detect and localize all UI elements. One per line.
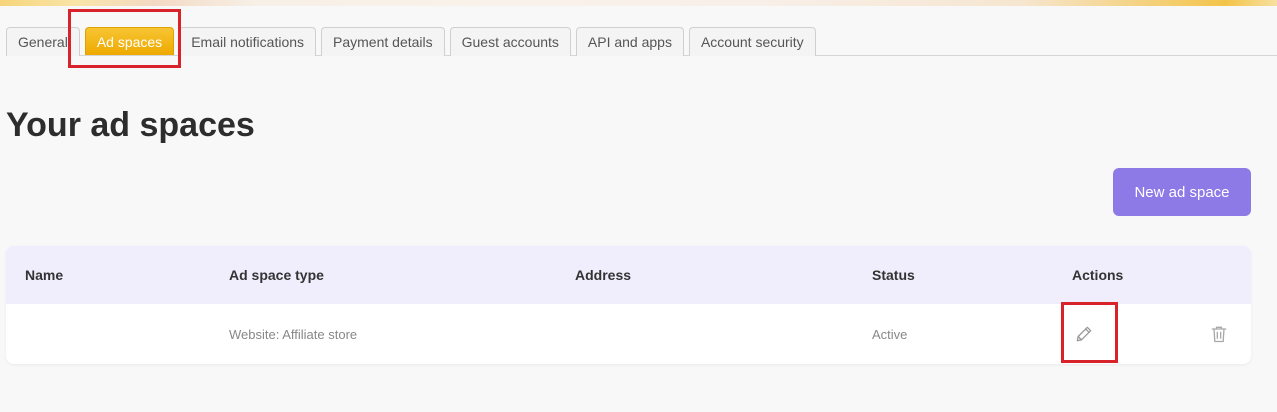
tab-label: Ad spaces (96, 33, 163, 50)
tab-label: Email notifications (191, 34, 305, 50)
tab-general[interactable]: General (6, 27, 80, 56)
cell-status: Active (872, 326, 908, 342)
tab-account-security[interactable]: Account security (688, 27, 816, 56)
settings-tabs: General Ad spaces Email notifications Pa… (6, 27, 1277, 56)
tab-payment-details[interactable]: Payment details (321, 27, 445, 56)
column-header-name: Name (25, 267, 64, 283)
trash-icon (1211, 326, 1227, 343)
tab-label: Account security (700, 34, 804, 50)
top-banner-strip (0, 0, 1277, 6)
table-row: Website: Affiliate store Active (6, 304, 1251, 364)
tab-label: Guest accounts (461, 34, 559, 50)
tab-ad-spaces[interactable]: Ad spaces (84, 27, 175, 55)
tab-api-and-apps[interactable]: API and apps (575, 27, 684, 56)
new-ad-space-button[interactable]: New ad space (1113, 168, 1251, 216)
tab-label: API and apps (587, 34, 672, 50)
cell-ad-space-type: Website: Affiliate store (229, 326, 358, 342)
page-title: Your ad spaces (6, 106, 255, 144)
tab-label: Payment details (333, 34, 433, 50)
column-header-status: Status (872, 267, 915, 283)
column-header-address: Address (575, 267, 632, 283)
tab-guest-accounts[interactable]: Guest accounts (449, 27, 571, 56)
delete-button[interactable] (1207, 322, 1231, 346)
ad-spaces-table: Name Ad space type Address Status Action… (6, 246, 1251, 364)
column-header-ad-space-type: Ad space type (229, 267, 324, 283)
pencil-icon (1076, 326, 1092, 342)
tab-email-notifications[interactable]: Email notifications (179, 27, 317, 56)
column-header-actions: Actions (1072, 267, 1124, 283)
table-header: Name Ad space type Address Status Action… (6, 246, 1251, 304)
edit-button[interactable] (1072, 322, 1096, 346)
tab-label: General (18, 34, 68, 50)
